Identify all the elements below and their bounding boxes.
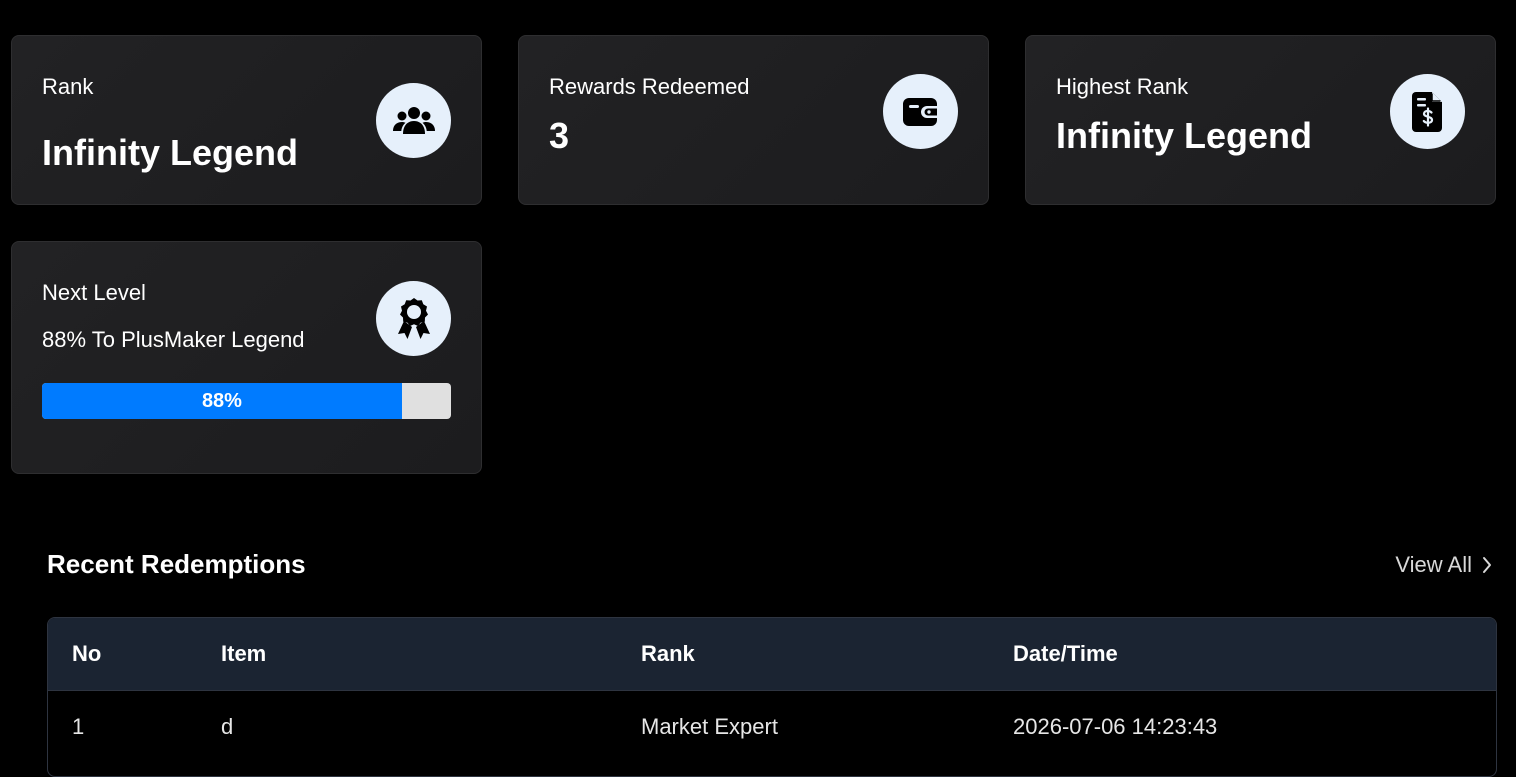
column-header-rank: Rank [641, 641, 695, 666]
next-level-progress-bar: 88% [42, 383, 451, 419]
rewards-card-value: 3 [549, 115, 570, 156]
chevron-right-icon [1483, 557, 1491, 573]
highest-rank-card-label: Highest Rank [1056, 74, 1189, 99]
next-level-progress-fill: 88% [42, 383, 402, 419]
highest-rank-card: Highest Rank Infinity Legend [1025, 35, 1496, 205]
view-all-link[interactable]: View All [1395, 552, 1492, 578]
rank-card-value: Infinity Legend [42, 132, 298, 173]
column-header-item: Item [221, 641, 267, 666]
wallet-icon [883, 74, 958, 149]
rank-card: Rank Infinity Legend [11, 35, 482, 205]
next-level-progress-label: 88% [201, 389, 242, 412]
next-level-label: Next Level [42, 280, 146, 305]
rank-card-label: Rank [42, 74, 94, 99]
cell-no: 1 [72, 714, 85, 739]
column-header-no: No [72, 641, 102, 666]
next-level-card: Next Level 88% To PlusMaker Legend 88% [11, 241, 482, 474]
table-row: 1 d Market Expert 2026-07-06 14:23:43 [48, 691, 1496, 763]
cell-rank: Market Expert [641, 714, 778, 739]
cell-item: d [221, 714, 234, 739]
award-ribbon-icon [376, 281, 451, 356]
table-header: No Item Rank Date/Time [48, 618, 1496, 691]
column-header-datetime: Date/Time [1013, 641, 1118, 666]
cell-datetime: 2026-07-06 14:23:43 [1013, 714, 1218, 739]
rewards-card-label: Rewards Redeemed [549, 74, 750, 99]
invoice-dollar-icon [1390, 74, 1465, 149]
redemptions-table: No Item Rank Date/Time 1 d Market Expert… [47, 617, 1497, 777]
view-all-label: View All [1395, 552, 1472, 577]
rewards-card: Rewards Redeemed 3 [518, 35, 989, 205]
users-icon [376, 83, 451, 158]
next-level-subtitle: 88% To PlusMaker Legend [42, 327, 305, 352]
recent-redemptions-title: Recent Redemptions [47, 549, 306, 579]
highest-rank-card-value: Infinity Legend [1056, 115, 1312, 156]
